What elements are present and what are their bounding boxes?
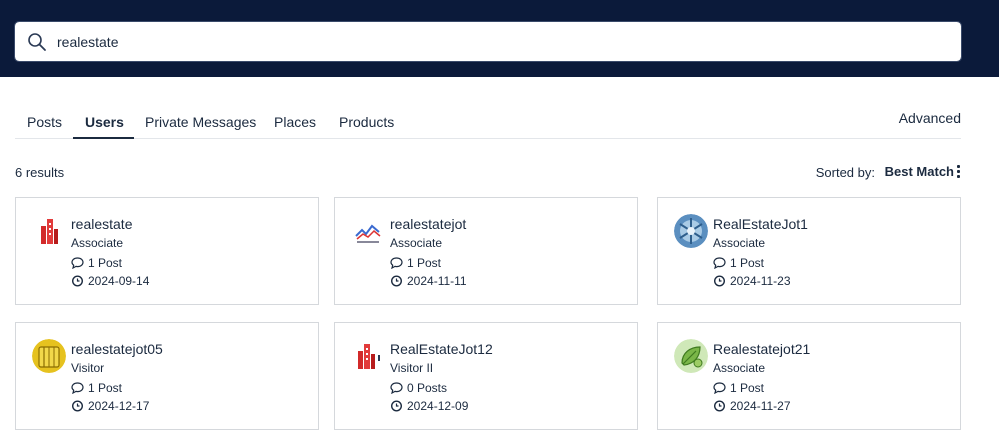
clock-icon (713, 400, 726, 412)
comment-icon (71, 382, 84, 394)
user-name[interactable]: Realestatejot21 (713, 341, 810, 357)
search-box[interactable] (14, 21, 962, 62)
user-card[interactable]: realestate Associate 1 Post 2024-09-14 (15, 197, 319, 305)
user-role: Visitor II (390, 361, 434, 375)
active-tab-indicator (73, 137, 134, 139)
join-date: 2024-09-14 (71, 274, 149, 288)
post-count: 0 Posts (390, 381, 447, 395)
comment-icon (390, 257, 403, 269)
clock-icon (71, 400, 84, 412)
building-red-icon (351, 339, 385, 373)
clock-icon (713, 275, 726, 287)
tab-products[interactable]: Products (339, 114, 394, 130)
more-vertical-icon[interactable] (957, 165, 961, 178)
comment-icon (390, 382, 403, 394)
comment-icon (713, 257, 726, 269)
blue-pattern-icon (674, 214, 708, 248)
search-tabs: Posts Users Private Messages Places Prod… (15, 104, 961, 139)
building-red-icon (32, 214, 66, 248)
join-date: 2024-11-11 (390, 274, 467, 288)
green-leaf-icon (674, 339, 708, 373)
tab-private-messages[interactable]: Private Messages (145, 114, 256, 130)
user-card[interactable]: Realestatejot21 Associate 1 Post 2024-11… (657, 322, 961, 430)
user-name[interactable]: RealEstateJot12 (390, 341, 493, 357)
join-date: 2024-12-09 (390, 399, 468, 413)
header-bar (0, 0, 999, 77)
user-card[interactable]: realestatejot05 Visitor 1 Post 2024-12-1… (15, 322, 319, 430)
user-role: Visitor (71, 361, 105, 375)
user-name[interactable]: realestatejot (390, 216, 466, 232)
comment-icon (713, 382, 726, 394)
clock-icon (390, 400, 403, 412)
post-count: 1 Post (71, 256, 122, 270)
join-date: 2024-11-27 (713, 399, 791, 413)
join-date: 2024-11-23 (713, 274, 791, 288)
advanced-link[interactable]: Advanced (899, 110, 961, 126)
post-count: 1 Post (713, 256, 764, 270)
user-name[interactable]: realestatejot05 (71, 341, 163, 357)
post-count: 1 Post (71, 381, 122, 395)
search-icon (28, 33, 46, 51)
chart-logo-icon (351, 214, 385, 248)
join-date: 2024-12-17 (71, 399, 149, 413)
user-card[interactable]: RealEstateJot1 Associate 1 Post 2024-11-… (657, 197, 961, 305)
sorted-by-label: Sorted by: (815, 165, 875, 180)
tab-users[interactable]: Users (85, 114, 124, 130)
user-name[interactable]: realestate (71, 216, 132, 232)
user-role: Associate (713, 361, 766, 375)
tab-places[interactable]: Places (274, 114, 316, 130)
post-count: 1 Post (390, 256, 441, 270)
search-input[interactable] (57, 24, 937, 59)
clock-icon (71, 275, 84, 287)
yellow-book-icon (32, 339, 66, 373)
results-count: 6 results (15, 165, 65, 180)
user-role: Associate (71, 236, 124, 250)
comment-icon (71, 257, 84, 269)
user-role: Associate (713, 236, 766, 250)
user-card[interactable]: realestatejot Associate 1 Post 2024-11-1… (334, 197, 638, 305)
user-name[interactable]: RealEstateJot1 (713, 216, 808, 232)
post-count: 1 Post (713, 381, 764, 395)
tab-posts[interactable]: Posts (27, 114, 62, 130)
sort-dropdown[interactable]: Best Match (885, 164, 954, 179)
user-card[interactable]: RealEstateJot12 Visitor II 0 Posts 2024-… (334, 322, 638, 430)
user-role: Associate (390, 236, 443, 250)
clock-icon (390, 275, 403, 287)
